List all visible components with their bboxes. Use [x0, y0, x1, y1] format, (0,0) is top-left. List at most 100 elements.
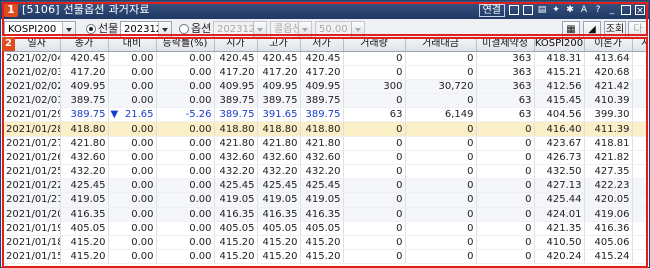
table-row[interactable]: 2021/01/20 416.35 0.00 0.00 416.35 416.35 416.… — [2, 207, 648, 222]
table-row[interactable]: 2021/01/29 389.75 ▼ 21.65 -5.26 389.75 391.65 3… — [2, 107, 648, 123]
table-row[interactable]: 2021/02/01 389.75 0.00 0.00 389.75 389.75 389.… — [2, 93, 648, 109]
tool-icon[interactable]: ✱ — [565, 5, 575, 15]
column-header[interactable]: 저가 — [300, 37, 344, 52]
table-cell: 0.00 — [156, 164, 215, 180]
table-cell: 417.20 — [300, 65, 344, 80]
table-cell: -11.08 — [632, 79, 648, 95]
table-row[interactable]: 2021/01/21 419.05 0.00 0.00 419.05 419.05 419.… — [2, 192, 648, 208]
table-cell: 427.13 — [534, 178, 585, 194]
pin-icon[interactable]: ✦ — [551, 5, 561, 15]
table-cell: 0 — [343, 192, 406, 208]
table-cell: 419.05 — [60, 192, 109, 208]
table-row[interactable]: 2021/01/19 405.05 0.00 0.00 405.05 405.05 405.… — [2, 221, 648, 236]
table-row[interactable]: 2021/02/03 417.20 0.00 0.00 417.20 417.20 417.… — [2, 65, 648, 80]
table-cell: 420.45 — [214, 51, 258, 66]
table-cell: 416.35 — [300, 207, 344, 222]
table-row[interactable]: 2021/01/25 432.20 0.00 0.00 432.20 432.20 432.… — [2, 164, 648, 180]
table-cell: 0.00 — [156, 192, 215, 208]
table-row[interactable]: 2021/01/26 432.60 0.00 0.00 432.60 432.60 432.… — [2, 150, 648, 166]
title-bar: 1 [5106] 선물옵션 과거자료 연결 ▤ ✦ ✱ A ? _ × — [1, 1, 649, 19]
table-cell: 0 — [405, 51, 477, 66]
futures-label: 선물 — [98, 22, 119, 35]
options-radio[interactable] — [179, 24, 189, 34]
chevron-down-icon — [298, 22, 311, 38]
column-header[interactable]: 등락률(%) — [156, 37, 215, 52]
table-cell: 416.35 — [60, 207, 109, 222]
table-cell: 363 — [476, 65, 535, 80]
table-cell: 409.95 — [257, 79, 301, 95]
table-header: 일자 종가 대비 등락률(%) 시가 고가 저가 거래량 거래대금 미결제약정 KOSPI200 이론… — [2, 37, 648, 52]
table-cell: 389.75 — [214, 93, 258, 109]
table-row[interactable]: 2021/01/22 425.45 0.00 0.00 425.45 425.45 425.… — [2, 178, 648, 194]
table-cell: 416.35 — [214, 207, 258, 222]
table-cell: 0 — [405, 221, 477, 236]
table-row[interactable]: 2021/02/04 420.45 0.00 0.00 420.45 420.45 420.… — [2, 51, 648, 66]
table-row[interactable]: 2021/02/02 409.95 0.00 0.00 409.95 409.95 409.… — [2, 79, 648, 95]
table-cell: 409.95 — [60, 79, 109, 95]
table-cell: 427.35 — [584, 164, 633, 180]
change-cell: 0.00 — [108, 93, 157, 109]
table-cell: 405.06 — [584, 235, 633, 251]
copy-icon[interactable] — [523, 5, 533, 15]
down-arrow-icon: ▼ — [110, 109, 119, 121]
help-icon[interactable]: ? — [593, 5, 603, 15]
table-cell: -15.10 — [632, 164, 648, 180]
table-cell: 0.00 — [156, 249, 215, 265]
table-cell: 2021/02/02 — [2, 79, 61, 95]
change-value: 21.65 — [124, 109, 154, 121]
table-row[interactable]: 2021/01/18 415.20 0.00 0.00 415.20 415.20 415.… — [2, 235, 648, 251]
futures-radio[interactable] — [86, 24, 96, 34]
table-cell: 432.60 — [214, 150, 258, 166]
column-header[interactable]: 미결제약정 — [476, 37, 535, 52]
column-header[interactable]: 이론가 — [584, 37, 633, 52]
table-cell: 419.05 — [257, 192, 301, 208]
chevron-down-icon[interactable] — [158, 22, 171, 38]
table-cell: 405.05 — [214, 221, 258, 236]
table-cell: 432.50 — [534, 164, 585, 180]
column-header[interactable]: KOSPI200 — [534, 37, 585, 52]
print-icon[interactable]: ▤ — [537, 5, 547, 15]
monitor-icon[interactable] — [509, 5, 519, 15]
table-cell: -1.87 — [632, 136, 648, 151]
table-cell: 0 — [476, 249, 535, 265]
maximize-icon[interactable] — [621, 5, 631, 15]
column-header[interactable]: 거래대금 — [405, 37, 477, 52]
minimize-icon[interactable]: _ — [607, 5, 617, 15]
table-cell: 0.00 — [156, 150, 215, 166]
table-cell: -25.70 — [632, 93, 648, 109]
table-row[interactable]: 2021/01/28 418.80 0.00 0.00 418.80 418.80 418.… — [2, 121, 648, 137]
table-cell: 416.36 — [584, 221, 633, 236]
table-cell: 421.80 — [300, 136, 344, 151]
change-cell: 0.00 — [108, 150, 157, 166]
column-header[interactable]: 대비 — [108, 37, 157, 52]
table-cell: 0 — [343, 249, 406, 265]
change-cell: 0.00 — [108, 249, 157, 265]
column-header[interactable]: 종가 — [60, 37, 109, 52]
window-number-badge: 1 — [4, 3, 18, 17]
font-icon[interactable]: A — [579, 5, 589, 15]
close-icon[interactable]: × — [635, 5, 645, 16]
table-cell: 432.20 — [60, 164, 109, 180]
change-cell: 0.00 — [108, 178, 157, 194]
table-cell: 426.73 — [534, 150, 585, 166]
chevron-down-icon[interactable] — [62, 22, 75, 38]
column-header[interactable]: 고가 — [257, 37, 301, 52]
change-cell: 0.00 — [108, 79, 157, 95]
table-cell: 0 — [405, 192, 477, 208]
link-button[interactable]: 연결 — [478, 3, 505, 17]
table-cell: 0 — [405, 65, 477, 80]
table-row[interactable]: 2021/01/27 421.80 0.00 0.00 421.80 421.80 421.… — [2, 136, 648, 151]
column-header[interactable]: 거래량 — [343, 37, 406, 52]
table-row[interactable]: 2021/01/15 415.20 0.00 0.00 415.20 415.20 415.… — [2, 249, 648, 265]
table-cell: -5.26 — [156, 107, 215, 123]
column-header[interactable]: 시가 — [214, 37, 258, 52]
table-cell: 0 — [405, 164, 477, 180]
column-header[interactable]: 시장BASIS — [632, 37, 648, 52]
table-cell: 425.45 — [60, 178, 109, 194]
table-cell: 0 — [476, 150, 535, 166]
table-cell: 420.45 — [300, 51, 344, 66]
table-cell: 0 — [343, 150, 406, 166]
table-cell: 420.68 — [584, 65, 633, 80]
table-cell: 417.20 — [257, 65, 301, 80]
table-cell: 410.39 — [584, 93, 633, 109]
